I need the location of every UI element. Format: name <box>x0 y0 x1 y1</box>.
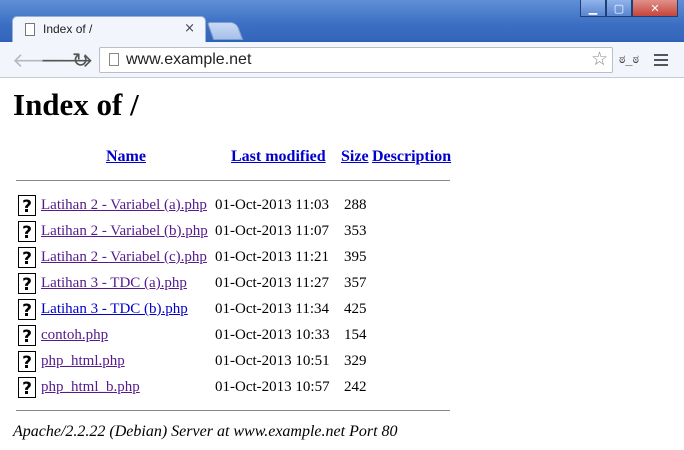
file-row: ? Latihan 3 - TDC (b).php 01-Oct-2013 11:3… <box>18 299 458 325</box>
file-row: ? php_html.php 01-Oct-2013 10:51 329 <box>18 351 458 377</box>
header-divider <box>16 180 450 181</box>
sort-by-modified-link[interactable]: Last modified <box>231 148 326 166</box>
page-icon <box>25 23 35 36</box>
unknown-file-icon[interactable]: ? <box>18 299 36 321</box>
minimize-button[interactable]: ▁ <box>580 0 606 17</box>
server-signature: Apache/2.2.22 (Debian) Server at www.exa… <box>13 423 398 440</box>
file-modified: 01-Oct-2013 11:34 <box>215 301 330 317</box>
file-size: 154 <box>344 327 367 343</box>
svg-text:?: ? <box>22 223 32 242</box>
new-tab-button[interactable] <box>206 22 244 40</box>
file-modified: 01-Oct-2013 11:21 <box>215 249 330 265</box>
reload-icon[interactable]: ↻ <box>72 48 89 72</box>
svg-text:?: ? <box>22 353 32 372</box>
file-row: ? Latihan 3 - TDC (a).php 01-Oct-2013 11:2… <box>18 273 458 299</box>
file-size: 425 <box>344 301 367 317</box>
sort-by-name-link[interactable]: Name <box>106 148 146 166</box>
sort-by-size-link[interactable]: Size <box>341 148 369 166</box>
file-size: 288 <box>344 197 367 213</box>
page-icon <box>109 53 119 66</box>
address-bar[interactable]: www.example.net ☆ <box>99 47 613 73</box>
page-title: Index of / <box>13 87 139 122</box>
footer-divider <box>16 410 450 411</box>
file-link[interactable]: Latihan 3 - TDC (a).php <box>41 275 187 292</box>
tab-index[interactable]: Index of / × <box>12 16 206 42</box>
file-modified: 01-Oct-2013 11:07 <box>215 223 330 239</box>
file-modified: 01-Oct-2013 10:33 <box>215 327 330 343</box>
file-link[interactable]: php_html.php <box>41 353 125 370</box>
svg-text:?: ? <box>22 301 32 320</box>
unknown-file-icon[interactable]: ? <box>18 195 36 217</box>
file-row: ? php_html_b.php 01-Oct-2013 10:57 242 <box>18 377 458 403</box>
file-size: 242 <box>344 379 367 395</box>
file-size: 353 <box>344 223 367 239</box>
file-link[interactable]: Latihan 2 - Variabel (b).php <box>41 223 208 240</box>
unknown-file-icon[interactable]: ? <box>18 221 36 243</box>
file-row: ? Latihan 2 - Variabel (c).php 01-Oct-2013… <box>18 247 458 273</box>
file-size: 357 <box>344 275 367 291</box>
file-modified: 01-Oct-2013 10:51 <box>215 353 330 369</box>
unknown-file-icon[interactable]: ? <box>18 247 36 269</box>
unknown-file-icon[interactable]: ? <box>18 325 36 347</box>
page-viewport: Index of / Name Last modified Size Descr… <box>0 78 684 450</box>
file-row: ? Latihan 2 - Variabel (b).php 01-Oct-2013… <box>18 221 458 247</box>
svg-text:?: ? <box>22 327 32 346</box>
extension-icon[interactable]: ಠ_ಠ <box>619 52 639 67</box>
svg-text:?: ? <box>22 249 32 268</box>
menu-icon[interactable] <box>654 54 668 69</box>
file-row: ? Latihan 2 - Variabel (a).php 01-Oct-2013… <box>18 195 458 221</box>
svg-text:?: ? <box>22 197 32 216</box>
file-link[interactable]: Latihan 2 - Variabel (c).php <box>41 249 207 266</box>
file-size: 329 <box>344 353 367 369</box>
unknown-file-icon[interactable]: ? <box>18 351 36 373</box>
bookmark-star-icon[interactable]: ☆ <box>591 48 608 70</box>
close-button[interactable]: ✕ <box>632 0 678 17</box>
file-modified: 01-Oct-2013 10:57 <box>215 379 330 395</box>
url-text[interactable]: www.example.net <box>126 51 251 69</box>
svg-text:?: ? <box>22 379 32 398</box>
svg-text:?: ? <box>22 275 32 294</box>
file-link[interactable]: php_html_b.php <box>41 379 140 396</box>
file-modified: 01-Oct-2013 11:27 <box>215 275 330 291</box>
file-modified: 01-Oct-2013 11:03 <box>215 197 330 213</box>
unknown-file-icon[interactable]: ? <box>18 377 36 399</box>
file-link[interactable]: Latihan 2 - Variabel (a).php <box>41 197 207 214</box>
file-row: ? contoh.php 01-Oct-2013 10:33 154 <box>18 325 458 351</box>
tab-close-icon[interactable]: × <box>184 21 195 36</box>
window-titlebar: ▁ ▢ ✕ Index of / × <box>0 0 684 42</box>
maximize-button[interactable]: ▢ <box>606 0 632 17</box>
file-link[interactable]: contoh.php <box>41 327 108 344</box>
file-size: 395 <box>344 249 367 265</box>
unknown-file-icon[interactable]: ? <box>18 273 36 295</box>
file-link[interactable]: Latihan 3 - TDC (b).php <box>41 301 188 318</box>
browser-toolbar: 🡐 🡒 ↻ www.example.net ☆ ಠ_ಠ <box>0 42 684 78</box>
tab-title: Index of / <box>43 22 93 36</box>
sort-by-description-link[interactable]: Description <box>372 148 451 166</box>
